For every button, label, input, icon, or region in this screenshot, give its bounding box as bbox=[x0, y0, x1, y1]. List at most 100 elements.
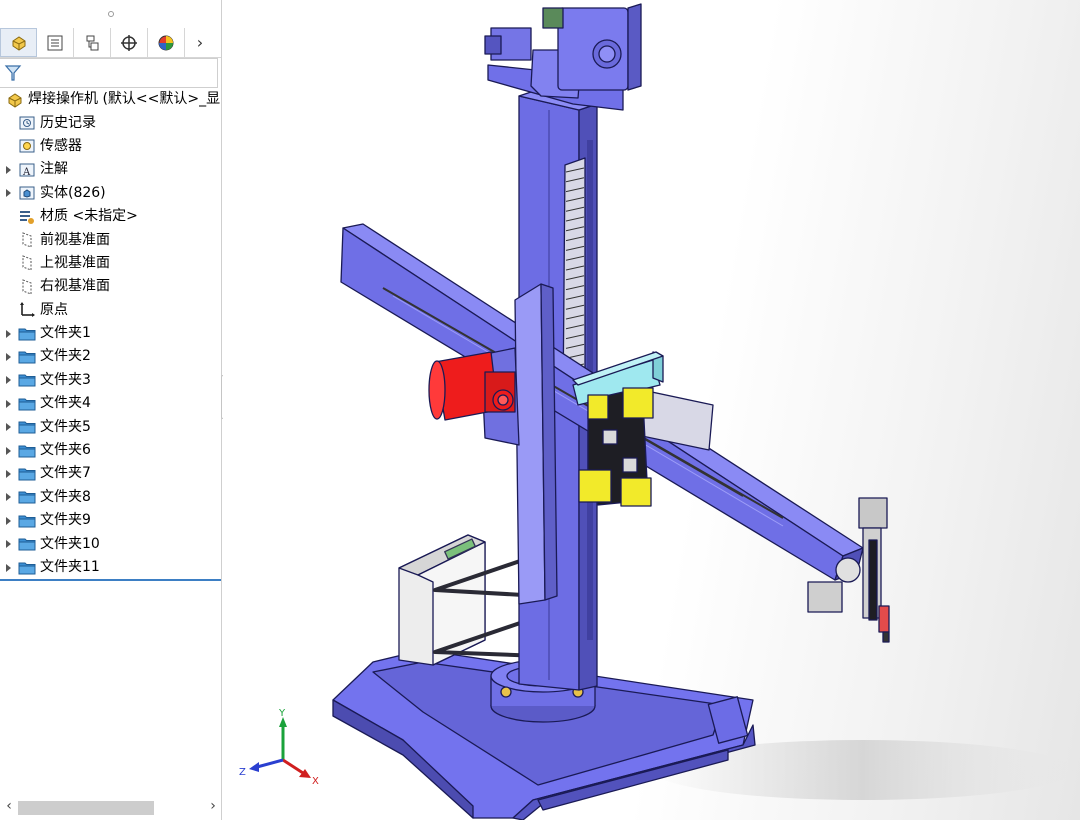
scroll-thumb[interactable] bbox=[18, 801, 154, 815]
tree-item-label: 传感器 bbox=[40, 137, 82, 154]
expand-arrow-icon[interactable] bbox=[0, 376, 16, 385]
tree-item[interactable]: 文件夹2 bbox=[0, 345, 221, 368]
triad-z-label: Z bbox=[239, 767, 246, 778]
tree-item-label: 文件夹6 bbox=[40, 442, 91, 459]
expand-arrow-icon[interactable] bbox=[0, 165, 16, 174]
boom-mount-blocks bbox=[578, 387, 654, 507]
tree-item-label: 文件夹5 bbox=[40, 418, 91, 435]
tree-item[interactable]: 文件夹10 bbox=[0, 532, 221, 555]
tree-item-label: 文件夹9 bbox=[40, 512, 91, 529]
configurationmanager-tab[interactable] bbox=[74, 28, 111, 57]
expand-arrow-icon[interactable] bbox=[0, 540, 16, 549]
tree-item[interactable]: 文件夹11 bbox=[0, 556, 221, 579]
expand-arrow-icon[interactable] bbox=[0, 399, 16, 408]
plane-icon bbox=[16, 253, 38, 273]
configuration-icon bbox=[86, 35, 99, 50]
reference-triad: Y X Z bbox=[239, 708, 319, 785]
dimxpert-tab[interactable] bbox=[111, 28, 148, 57]
solid-bodies-icon bbox=[16, 183, 38, 203]
tree-item[interactable]: A 注解 bbox=[0, 158, 221, 181]
triad-x-label: X bbox=[312, 776, 319, 785]
tree-item-label: 文件夹11 bbox=[40, 559, 100, 575]
folder-icon bbox=[16, 417, 38, 437]
tree-item[interactable]: 材质 <未指定> bbox=[0, 205, 221, 228]
feature-manager-panel: › 焊接操作机 (默认<<默认>_显 历史记录 传感器 A 注解 实体(826) 材质 <未… bbox=[0, 0, 222, 820]
folder-icon bbox=[16, 394, 38, 414]
tree-item-label: 焊接操作机 (默认<<默认>_显 bbox=[28, 91, 221, 108]
folder-icon bbox=[16, 347, 38, 367]
tree-item-label: 上视基准面 bbox=[40, 254, 110, 271]
horizontal-scrollbar[interactable]: ‹ › bbox=[0, 796, 221, 816]
expand-arrow-icon[interactable] bbox=[0, 469, 16, 478]
graphics-viewport[interactable]: Y X Z bbox=[223, 0, 1080, 820]
plane-icon bbox=[16, 277, 38, 297]
more-tabs-chevron-icon[interactable]: › bbox=[185, 28, 215, 57]
tree-item-label: 文件夹3 bbox=[40, 371, 91, 388]
tree-item[interactable]: 文件夹4 bbox=[0, 392, 221, 415]
tree-item[interactable]: 文件夹5 bbox=[0, 415, 221, 438]
tree-item[interactable]: 传感器 bbox=[0, 135, 221, 158]
plane-icon bbox=[16, 230, 38, 250]
material-icon bbox=[16, 207, 38, 227]
feature-tree: 焊接操作机 (默认<<默认>_显 历史记录 传感器 A 注解 实体(826) 材质 <未指定… bbox=[0, 88, 221, 579]
part-icon bbox=[4, 90, 26, 110]
manager-tab-bar: › bbox=[0, 28, 221, 58]
filter-icon bbox=[4, 65, 22, 81]
crosshair-icon bbox=[121, 34, 137, 51]
annotation-icon: A bbox=[16, 160, 38, 180]
top-drive-assembly bbox=[484, 3, 642, 111]
panel-grip-handle[interactable] bbox=[0, 0, 221, 28]
scroll-left-icon[interactable]: ‹ bbox=[0, 798, 18, 814]
tree-item[interactable]: 历史记录 bbox=[0, 111, 221, 134]
tree-item-label: 右视基准面 bbox=[40, 278, 110, 295]
scroll-right-icon[interactable]: › bbox=[204, 798, 221, 814]
expand-arrow-icon[interactable] bbox=[0, 516, 16, 525]
tree-item-label: 注解 bbox=[40, 161, 68, 178]
part-icon bbox=[12, 35, 25, 51]
tree-item[interactable]: 文件夹8 bbox=[0, 486, 221, 509]
folder-icon bbox=[16, 441, 38, 461]
sensor-icon bbox=[16, 136, 38, 156]
folder-icon bbox=[16, 464, 38, 484]
tree-item-label: 材质 <未指定> bbox=[40, 208, 138, 225]
folder-icon bbox=[16, 370, 38, 390]
expand-arrow-icon[interactable] bbox=[0, 352, 16, 361]
tree-item[interactable]: 上视基准面 bbox=[0, 252, 221, 275]
expand-arrow-icon[interactable] bbox=[0, 423, 16, 432]
scroll-track[interactable] bbox=[18, 799, 204, 815]
tree-end-marker bbox=[0, 579, 221, 581]
tree-item[interactable]: 文件夹1 bbox=[0, 322, 221, 345]
appearance-pie-icon bbox=[158, 35, 174, 50]
tree-root-item[interactable]: 焊接操作机 (默认<<默认>_显 bbox=[0, 88, 221, 111]
tree-item[interactable]: 文件夹9 bbox=[0, 509, 221, 532]
welding-manipulator-model[interactable] bbox=[223, 0, 1080, 820]
tree-item[interactable]: 文件夹7 bbox=[0, 462, 221, 485]
tree-item[interactable]: 前视基准面 bbox=[0, 228, 221, 251]
expand-arrow-icon[interactable] bbox=[0, 189, 16, 198]
tree-item[interactable]: 文件夹3 bbox=[0, 369, 221, 392]
propertymanager-tab[interactable] bbox=[37, 28, 74, 57]
display-manager-tab[interactable] bbox=[148, 28, 185, 57]
tree-item-label: 前视基准面 bbox=[40, 231, 110, 248]
tree-item-label: 文件夹1 bbox=[40, 325, 91, 342]
tree-item[interactable]: 原点 bbox=[0, 299, 221, 322]
folder-icon bbox=[16, 558, 38, 578]
tree-item-label: 文件夹4 bbox=[40, 395, 91, 412]
folder-icon bbox=[16, 487, 38, 507]
tree-item[interactable]: 右视基准面 bbox=[0, 275, 221, 298]
tree-item-label: 原点 bbox=[40, 301, 68, 318]
property-icon bbox=[47, 35, 63, 50]
expand-arrow-icon[interactable] bbox=[0, 493, 16, 502]
expand-arrow-icon[interactable] bbox=[0, 563, 16, 572]
featuremanager-tab[interactable] bbox=[0, 28, 37, 57]
folder-icon bbox=[16, 324, 38, 344]
tree-item-label: 实体(826) bbox=[40, 184, 106, 201]
folder-icon bbox=[16, 534, 38, 554]
history-icon bbox=[16, 113, 38, 133]
tree-item[interactable]: 文件夹6 bbox=[0, 439, 221, 462]
tree-filter-bar[interactable] bbox=[0, 58, 218, 88]
expand-arrow-icon[interactable] bbox=[0, 329, 16, 338]
tree-item[interactable]: 实体(826) bbox=[0, 182, 221, 205]
expand-arrow-icon[interactable] bbox=[0, 446, 16, 455]
tree-item-label: 文件夹8 bbox=[40, 488, 91, 505]
